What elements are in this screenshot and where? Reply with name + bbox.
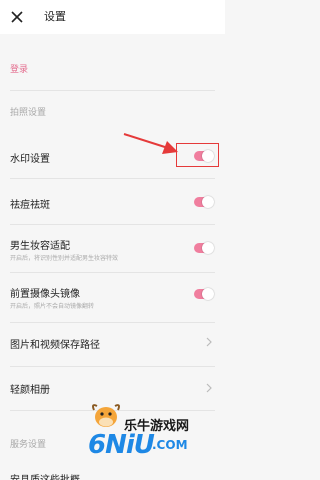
setting-row-front-mirror[interactable]: 前置摄像头镜像 开启后，照片不会自动镜像翻转 [0, 280, 225, 312]
watermark-logo: 6NiU [88, 430, 155, 460]
setting-sub-front-mirror: 开启后，照片不会自动镜像翻转 [10, 303, 95, 310]
setting-label-watermark: 水印设置 [10, 154, 50, 165]
toggle-knob [202, 196, 214, 208]
divider [10, 366, 215, 367]
acne-toggle[interactable] [194, 196, 214, 208]
setting-row-male-makeup[interactable]: 男生妆容适配 开启后，将识别性别并适配男生妆容特效 [0, 232, 225, 264]
toggle-knob [202, 242, 214, 254]
login-link[interactable]: 登录 [10, 62, 28, 75]
setting-row-bottom[interactable]: 安县质这些批概 [0, 468, 225, 480]
page-title: 设置 [44, 10, 66, 23]
top-bar: 设置 [0, 0, 225, 34]
divider [10, 272, 215, 273]
login-row[interactable]: 登录 [0, 56, 225, 80]
front-mirror-toggle[interactable] [194, 288, 214, 300]
divider [10, 224, 215, 225]
male-makeup-toggle[interactable] [194, 242, 214, 254]
section-photo: 拍照设置 [0, 100, 225, 122]
cow-mascot-icon [92, 404, 120, 427]
close-icon[interactable] [9, 9, 25, 25]
setting-row-save-path[interactable]: 图片和视频保存路径 [0, 328, 225, 356]
section-label-service: 服务设置 [10, 440, 47, 450]
toggle-knob [202, 288, 214, 300]
chevron-right-icon [206, 383, 212, 393]
setting-label-acne: 祛痘祛斑 [10, 200, 50, 211]
setting-label-album: 轻颜相册 [10, 385, 50, 396]
site-watermark: 乐牛游戏网 6NiU .COM [88, 398, 225, 468]
chevron-right-icon [206, 337, 212, 347]
watermark-domain: .COM [152, 438, 188, 452]
setting-label-male-makeup: 男生妆容适配 [10, 241, 70, 252]
setting-row-acne[interactable]: 祛痘祛斑 [0, 188, 225, 216]
divider [10, 322, 215, 323]
section-label-photo: 拍照设置 [10, 108, 47, 118]
setting-label-front-mirror: 前置摄像头镜像 [10, 289, 80, 300]
divider [10, 90, 215, 91]
divider [10, 178, 215, 179]
setting-sub-male-makeup: 开启后，将识别性别并适配男生妆容特效 [10, 255, 119, 262]
setting-label-bottom: 安县质这些批概 [10, 471, 80, 480]
annotation-highlight-box [176, 143, 219, 167]
setting-label-save-path: 图片和视频保存路径 [10, 340, 100, 351]
red-arrow-annotation [123, 133, 178, 154]
